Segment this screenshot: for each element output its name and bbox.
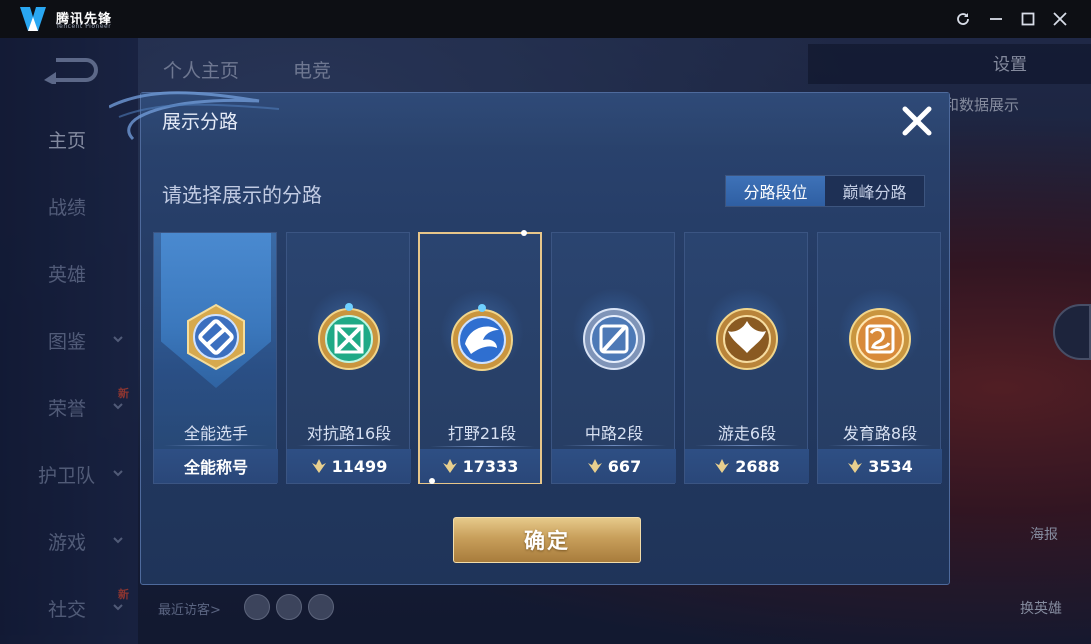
lane-mode-toggle: 分路段位 巅峰分路 (725, 175, 925, 207)
divider (562, 445, 666, 446)
close-dialog-button[interactable] (899, 103, 935, 139)
divider (695, 445, 799, 446)
mid-lane-emblem-icon (583, 308, 645, 370)
dialog-header: 展示分路 (109, 91, 949, 145)
lane-card-name: 发育路8段 (842, 424, 918, 443)
lane-card-clash[interactable]: 对抗路16段 11499 (286, 232, 411, 484)
lane-display-dialog: 展示分路 请选择展示的分路 分路段位 巅峰分路 全能选手 全能称号 对抗路16段… (109, 91, 950, 585)
app-logo-icon (20, 7, 46, 31)
divider (164, 445, 268, 446)
lane-card-score: 17333 (420, 449, 540, 483)
close-icon (1053, 12, 1067, 26)
lane-card-score: 667 (552, 449, 676, 483)
selection-corner-dot (521, 230, 527, 236)
divider (828, 445, 932, 446)
lane-card-name: 打野21段 (447, 424, 517, 443)
refresh-icon (957, 13, 969, 25)
toggle-peak-lane[interactable]: 巅峰分路 (825, 176, 924, 206)
rank-points-icon (587, 459, 602, 473)
lane-card-name: 对抗路16段 (306, 424, 392, 443)
selection-corner-dot (429, 478, 435, 484)
jungle-emblem-icon (451, 304, 513, 371)
close-window-button[interactable] (1049, 8, 1071, 30)
divider (297, 445, 401, 446)
title-bar: 腾讯先锋 Tencent Pioneer (0, 0, 1091, 38)
lane-card-name: 全能选手 (183, 424, 248, 443)
lane-card-score: 3534 (818, 449, 942, 483)
lane-card-jungle[interactable]: 打野21段 17333 (418, 230, 542, 484)
lane-card-name: 中路2段 (584, 424, 644, 443)
clash-lane-emblem-icon (318, 303, 380, 370)
lane-card-score-value: 全能称号 (183, 458, 248, 477)
lane-card-score-value: 3534 (868, 456, 913, 476)
lane-card-score-value: 11499 (331, 456, 388, 476)
all-round-emblem-icon (187, 303, 245, 371)
lane-card-score: 2688 (685, 449, 809, 483)
lane-card-score: 11499 (287, 449, 411, 483)
roam-emblem-icon (716, 308, 778, 370)
lane-card-all-round[interactable]: 全能选手 全能称号 (153, 232, 278, 484)
toggle-lane-rank[interactable]: 分路段位 (726, 176, 825, 206)
lane-card-score-value: 2688 (735, 456, 780, 476)
farm-lane-emblem-icon (849, 308, 911, 370)
rank-points-icon (311, 459, 326, 473)
lane-card-mid[interactable]: 中路2段 667 (551, 232, 676, 484)
maximize-button[interactable] (1017, 8, 1039, 30)
app-name-english: Tencent Pioneer (56, 23, 112, 30)
rank-points-icon (848, 459, 863, 473)
lane-card-roam[interactable]: 游走6段 2688 (684, 232, 809, 484)
lane-cards: 全能选手 全能称号 对抗路16段 11499 打野21段 17333 中路2段 … (153, 230, 942, 484)
minimize-button[interactable] (985, 8, 1007, 30)
refresh-button[interactable] (952, 8, 974, 30)
lane-card-farm[interactable]: 发育路8段 3534 (817, 232, 942, 484)
divider (430, 446, 534, 447)
dialog-subtitle: 请选择展示的分路 (162, 183, 322, 207)
confirm-button[interactable]: 确定 (453, 517, 641, 563)
lane-card-score-value: 667 (607, 456, 642, 476)
lane-card-score-value: 17333 (462, 456, 519, 476)
rank-points-icon (715, 459, 730, 473)
minimize-icon (990, 18, 1002, 20)
maximize-icon (1021, 12, 1035, 26)
dialog-title: 展示分路 (162, 111, 239, 133)
lane-card-name: 游走6段 (717, 424, 777, 443)
rank-points-icon (442, 459, 457, 473)
app-window: 腾讯先锋 Tencent Pioneer 主页 战绩 英雄 图鉴 荣誉 新 护卫… (0, 0, 1091, 644)
lane-card-score: 全能称号 (154, 449, 278, 483)
